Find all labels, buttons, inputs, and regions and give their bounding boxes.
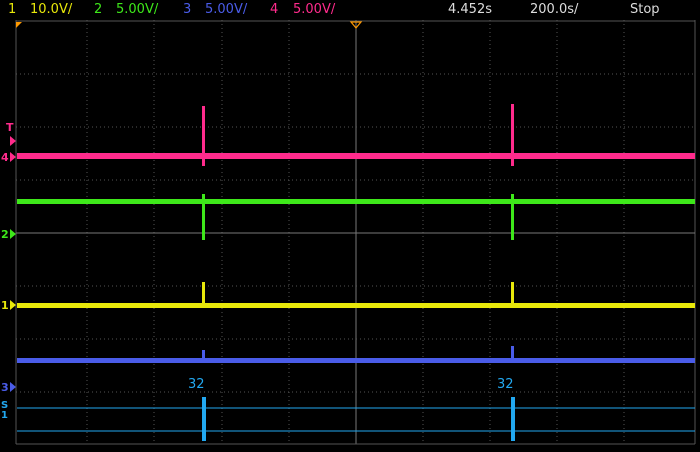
- bus-marker-label: S1: [1, 400, 9, 421]
- ch2-marker[interactable]: [10, 229, 16, 239]
- status-bar: 1 10.0V/ 2 5.00V/ 3 5.00V/ 4 5.00V/ 4.45…: [0, 0, 700, 20]
- bus-packet[interactable]: [202, 397, 206, 441]
- bus-decode-value: 32: [188, 377, 205, 392]
- ch3-marker[interactable]: [10, 382, 16, 392]
- left-edge-marker: [16, 22, 22, 28]
- ch1-number[interactable]: 1: [8, 0, 16, 20]
- waveform-display[interactable]: T 4 2 1 3 S1 32 32: [0, 20, 700, 448]
- ch4-marker-label: 4: [1, 151, 9, 164]
- ch1-scale[interactable]: 10.0V/: [30, 0, 72, 20]
- ch4-marker[interactable]: [10, 152, 16, 162]
- channel-ground-markers: [10, 136, 16, 392]
- ch2-scale[interactable]: 5.00V/: [116, 0, 158, 20]
- ch3-marker-label: 3: [1, 381, 9, 394]
- trigger-label: T: [6, 121, 14, 134]
- ch3-number[interactable]: 3: [183, 0, 191, 20]
- timebase-value[interactable]: 200.0s/: [530, 0, 578, 20]
- ch2-number[interactable]: 2: [94, 0, 102, 20]
- ch4-scale[interactable]: 5.00V/: [293, 0, 335, 20]
- ch4-number[interactable]: 4: [270, 0, 278, 20]
- delay-value[interactable]: 4.452s: [448, 0, 492, 20]
- trigger-level-marker[interactable]: [10, 136, 16, 146]
- run-state[interactable]: Stop: [630, 0, 660, 20]
- graticule: [15, 20, 696, 445]
- bus-packet[interactable]: [511, 397, 515, 441]
- bus-decode-value: 32: [497, 377, 514, 392]
- waveform-svg: [10, 20, 696, 445]
- ch1-marker[interactable]: [10, 300, 16, 310]
- ch3-scale[interactable]: 5.00V/: [205, 0, 247, 20]
- ch1-marker-label: 1: [1, 299, 9, 312]
- ch2-marker-label: 2: [1, 228, 9, 241]
